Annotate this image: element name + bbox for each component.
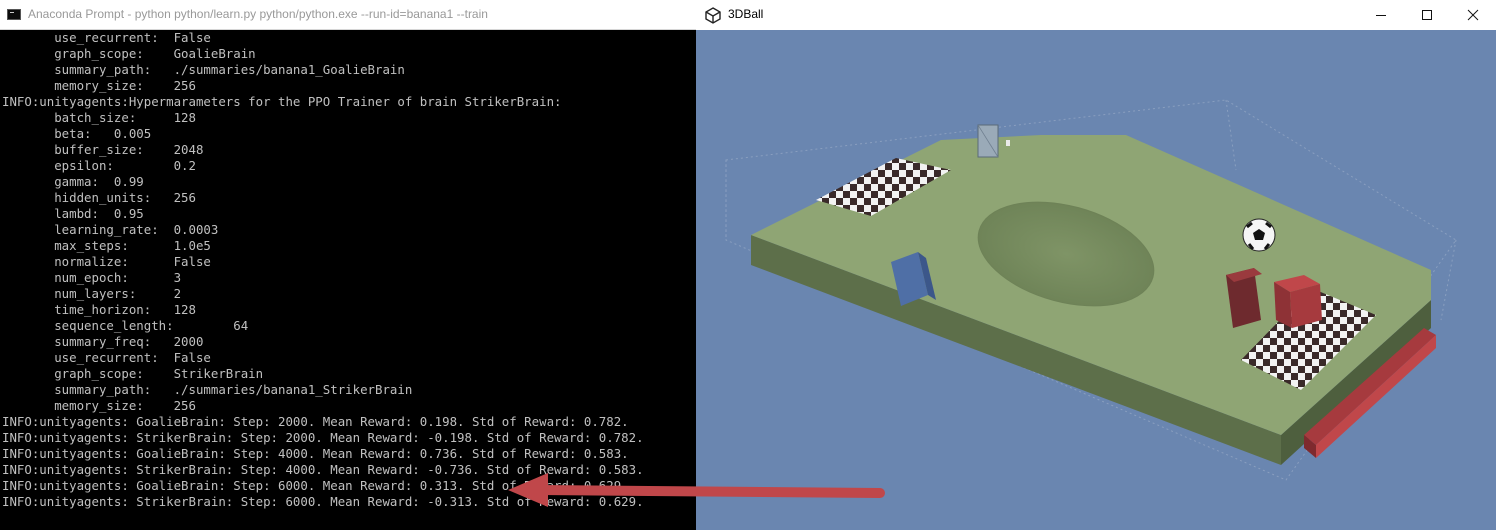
console-output[interactable]: use_recurrent: False graph_scope: Goalie… [0,30,696,530]
console-line: lambd: 0.95 [2,206,144,221]
close-button[interactable] [1450,0,1496,30]
reward-log-line: INFO:unityagents: StrikerBrain: Step: 40… [2,462,644,477]
reward-log-line: INFO:unityagents: GoalieBrain: Step: 200… [2,414,629,429]
console-titlebar[interactable]: Anaconda Prompt - python python/learn.py… [0,0,696,30]
console-line: batch_size: 128 [2,110,196,125]
minimize-icon [1376,15,1386,16]
game-viewport[interactable] [696,30,1496,530]
soccer-ball [1242,218,1276,252]
console-line: INFO:unityagents:Hypermarameters for the… [2,94,562,109]
console-line: memory_size: 256 [2,78,196,93]
console-line: summary_path: ./summaries/banana1_Strike… [2,382,413,397]
console-line: graph_scope: StrikerBrain [2,366,264,381]
console-line: max_steps: 1.0e5 [2,238,211,253]
console-app-icon [7,9,21,20]
console-line: hidden_units: 256 [2,190,196,205]
console-line: num_epoch: 3 [2,270,182,285]
unity-window[interactable]: 3DBall [696,0,1496,530]
unity-titlebar[interactable]: 3DBall [696,0,1496,30]
console-line: learning_rate: 0.0003 [2,222,219,237]
console-window[interactable]: Anaconda Prompt - python python/learn.py… [0,0,696,530]
console-line: graph_scope: GoalieBrain [2,46,256,61]
reward-log-line: INFO:unityagents: StrikerBrain: Step: 60… [2,494,644,509]
reward-log-line: INFO:unityagents: StrikerBrain: Step: 20… [2,430,644,445]
striker-agent-red-2 [1274,275,1322,328]
console-line: sequence_length: 64 [2,318,249,333]
maximize-icon [1422,10,1432,20]
console-line: epsilon: 0.2 [2,158,196,173]
console-line: summary_path: ./summaries/banana1_Goalie… [2,62,405,77]
maximize-button[interactable] [1404,0,1450,30]
reward-log-line: INFO:unityagents: GoalieBrain: Step: 600… [2,478,629,493]
console-line: num_layers: 2 [2,286,182,301]
console-line: normalize: False [2,254,211,269]
console-line: gamma: 0.99 [2,174,144,189]
minimize-button[interactable] [1358,0,1404,30]
console-line: summary_freq: 2000 [2,334,204,349]
console-title: Anaconda Prompt - python python/learn.py… [28,7,488,21]
close-icon [1467,9,1479,21]
unity-logo-icon [705,7,721,24]
console-line: time_horizon: 128 [2,302,196,317]
console-line: buffer_size: 2048 [2,142,204,157]
console-line: beta: 0.005 [2,126,152,141]
console-line: memory_size: 256 [2,398,196,413]
console-line: use_recurrent: False [2,30,211,45]
unity-title: 3DBall [728,7,764,21]
console-line: use_recurrent: False [2,350,211,365]
reward-log-line: INFO:unityagents: GoalieBrain: Step: 400… [2,446,629,461]
